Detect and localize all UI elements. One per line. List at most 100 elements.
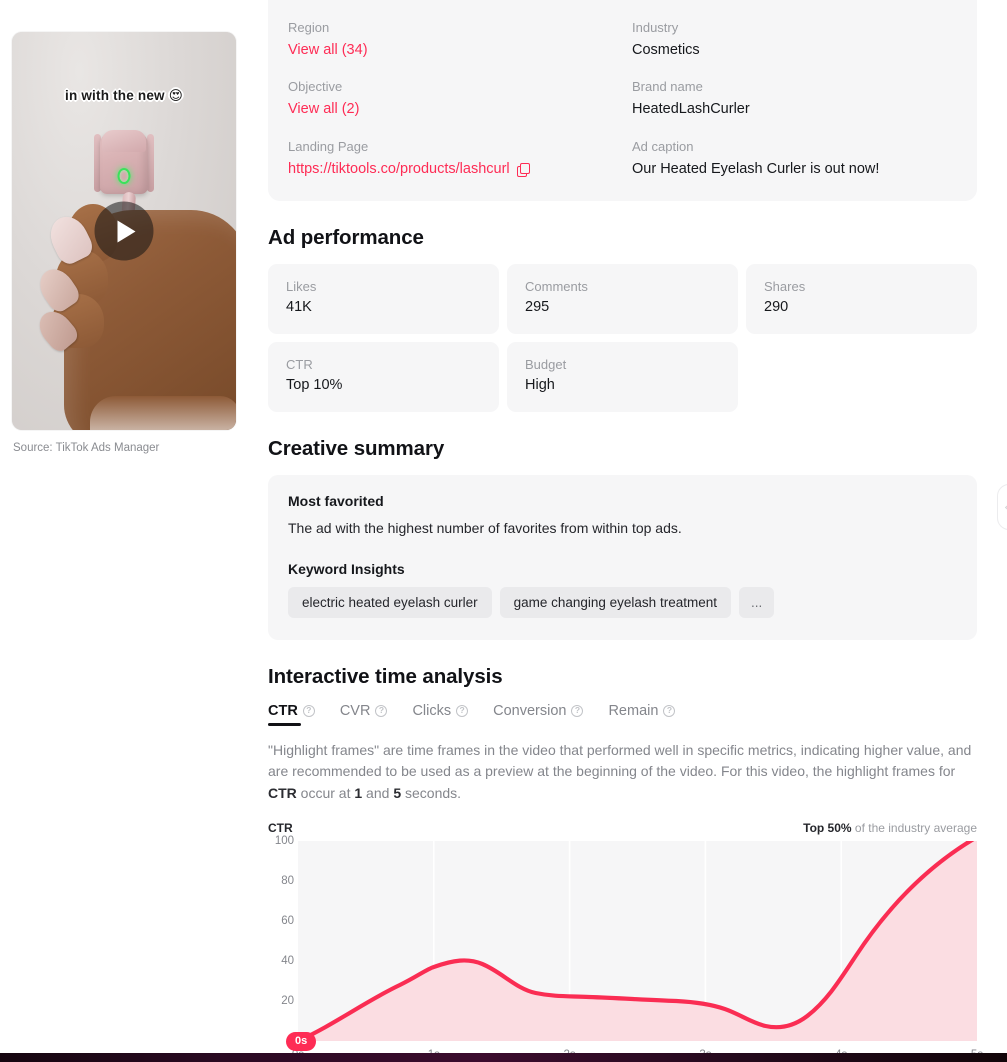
- tab-label: Remain: [608, 702, 659, 719]
- help-icon[interactable]: ?: [571, 704, 584, 717]
- description-text-3: seconds.: [401, 785, 462, 802]
- y-tick: 40: [281, 954, 294, 967]
- chart-benchmark-note: Top 50% of the industry average: [803, 821, 977, 835]
- description-text-1: "Highlight frames" are time frames in th…: [268, 741, 972, 780]
- tab-label: Conversion: [493, 702, 567, 719]
- meta-label: Landing Page: [288, 138, 369, 154]
- wrist: [90, 396, 236, 430]
- device-led-indicator: [117, 168, 131, 184]
- meta-label: Industry: [632, 20, 679, 35]
- play-icon[interactable]: [94, 201, 154, 261]
- keyword-chip-more[interactable]: ...: [738, 586, 775, 618]
- industry-value: Cosmetics: [632, 41, 700, 58]
- meta-label: Brand name: [632, 79, 703, 95]
- meta-label: Objective: [288, 79, 343, 95]
- tab-clicks[interactable]: Clicks ?: [412, 702, 469, 726]
- description-and: and: [362, 785, 394, 802]
- help-icon[interactable]: ?: [456, 704, 469, 717]
- y-tick: 80: [281, 874, 294, 887]
- time-marker-badge[interactable]: 0s: [286, 1031, 317, 1051]
- meta-field-brand-name: Brand name HeatedLashCurler: [632, 79, 955, 119]
- stat-card-ctr: CTR Top 10%: [268, 342, 499, 413]
- video-overlay-caption: in with the new 😍: [65, 88, 183, 103]
- tab-label: Clicks: [412, 702, 452, 719]
- panel-collapse-handle[interactable]: [997, 484, 1007, 530]
- tab-conversion[interactable]: Conversion ?: [493, 702, 584, 726]
- ctr-time-chart[interactable]: 100 80 60 40 20 0s: [268, 835, 983, 1062]
- y-tick: 100: [274, 834, 294, 847]
- chart-svg: [298, 840, 977, 1041]
- chart-y-axis: 100 80 60 40 20 0: [268, 835, 294, 1047]
- chart-header: CTR Top 50% of the industry average: [268, 821, 977, 835]
- ad-meta-card: Region View all (34) Industry Cosmetics …: [268, 0, 977, 202]
- tab-ctr[interactable]: CTR ?: [268, 703, 315, 726]
- keyword-chip[interactable]: electric heated eyelash curler: [288, 586, 492, 618]
- creative-summary-card: Most favorited The ad with the highest n…: [268, 475, 977, 640]
- chart-plot-area[interactable]: [298, 840, 977, 1041]
- stat-value: High: [525, 377, 555, 394]
- meta-field-objective: Objective View all (2): [288, 79, 632, 119]
- bottom-edge-strip: [0, 1053, 1007, 1062]
- most-favorited-body: The ad with the highest number of favori…: [288, 520, 682, 537]
- stat-card-budget: Budget High: [507, 342, 738, 413]
- landing-page-link[interactable]: https://tiktools.co/products/lashcurl: [288, 160, 510, 180]
- meta-field-landing-page: Landing Page https://tiktools.co/product…: [288, 139, 632, 179]
- stat-label: CTR: [286, 357, 313, 373]
- meta-field-region: Region View all (34): [288, 20, 632, 60]
- details-column: Region View all (34) Industry Cosmetics …: [268, 0, 1007, 1062]
- brand-name-value: HeatedLashCurler: [632, 101, 750, 118]
- objective-view-all-link[interactable]: View all (2): [288, 100, 632, 120]
- creative-summary-title: Creative summary: [268, 437, 445, 461]
- tab-cvr[interactable]: CVR ?: [340, 703, 388, 726]
- help-icon[interactable]: ?: [375, 704, 388, 717]
- copy-icon[interactable]: [516, 163, 531, 178]
- help-icon[interactable]: ?: [302, 704, 315, 717]
- benchmark-bold: Top 50%: [803, 820, 852, 835]
- stat-value: 290: [764, 299, 789, 316]
- stat-card-shares: Shares 290: [746, 264, 977, 335]
- help-icon[interactable]: ?: [663, 704, 676, 717]
- keyword-chip[interactable]: game changing eyelash treatment: [499, 586, 731, 618]
- ad-performance-title: Ad performance: [268, 226, 424, 250]
- stat-card-likes: Likes 41K: [268, 264, 499, 335]
- description-text-2: occur at: [296, 785, 355, 802]
- ad-video-thumbnail[interactable]: in with the new 😍: [12, 32, 236, 430]
- stat-card-placeholder: [746, 342, 977, 412]
- ad-caption-value: Our Heated Eyelash Curler is out now!: [632, 160, 880, 177]
- tab-remain[interactable]: Remain ?: [608, 702, 676, 726]
- meta-label: Ad caption: [632, 138, 694, 154]
- tab-label: CVR: [339, 702, 371, 719]
- benchmark-rest: of the industry average: [851, 820, 977, 835]
- ad-performance-stats: Likes 41K Comments 295 Shares 290 CTR To…: [268, 264, 977, 413]
- highlight-frame-1: 1: [354, 785, 363, 802]
- most-favorited-heading: Most favorited: [288, 493, 384, 510]
- meta-label: Region: [288, 20, 330, 35]
- keyword-insights-heading: Keyword Insights: [288, 560, 405, 577]
- ad-detail-page: in with the new 😍 Source: TikTok Ads Man…: [0, 0, 1007, 1062]
- highlight-frame-2: 5: [393, 785, 402, 802]
- stat-label: Budget: [525, 357, 567, 373]
- y-tick: 60: [281, 914, 294, 927]
- time-analysis-description: "Highlight frames" are time frames in th…: [268, 740, 974, 805]
- stat-value: Top 10%: [286, 377, 343, 394]
- tab-label: CTR: [268, 702, 298, 719]
- description-metric: CTR: [268, 785, 297, 802]
- time-analysis-title: Interactive time analysis: [268, 664, 503, 688]
- product-device-illustration: [94, 128, 154, 200]
- keyword-chip-list: electric heated eyelash curler game chan…: [288, 586, 957, 618]
- meta-field-ad-caption: Ad caption Our Heated Eyelash Curler is …: [632, 139, 955, 179]
- meta-field-industry: Industry Cosmetics: [632, 20, 955, 60]
- stat-value: 41K: [286, 299, 312, 316]
- video-preview-column: in with the new 😍 Source: TikTok Ads Man…: [0, 0, 268, 1062]
- stat-label: Comments: [525, 279, 588, 295]
- stat-card-comments: Comments 295: [507, 264, 738, 335]
- region-view-all-link[interactable]: View all (34): [288, 41, 632, 61]
- chart-area-fill: [298, 840, 977, 1041]
- video-source-label: Source: TikTok Ads Manager: [13, 442, 160, 454]
- stat-label: Shares: [764, 279, 806, 295]
- metric-tabs: CTR ? CVR ? Clicks ? Conversion ? Remain…: [268, 703, 977, 726]
- y-tick: 20: [281, 994, 294, 1007]
- chart-y-axis-title: CTR: [268, 820, 293, 835]
- stat-value: 295: [525, 299, 550, 316]
- stat-label: Likes: [286, 279, 317, 295]
